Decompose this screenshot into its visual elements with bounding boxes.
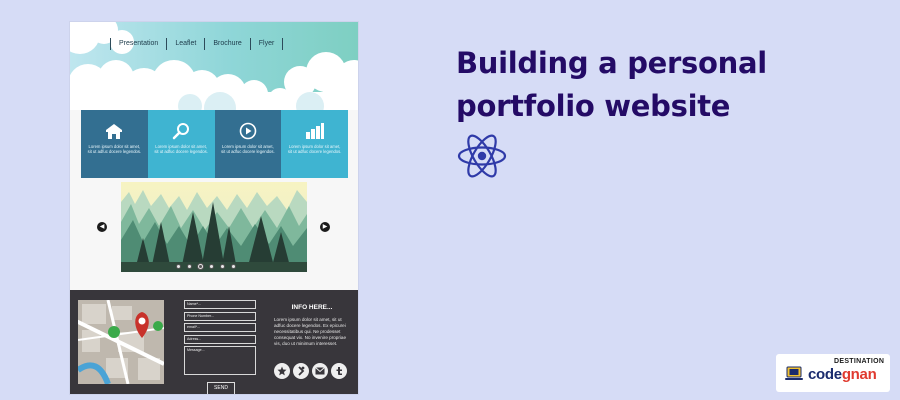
nav-flyer[interactable]: Flyer [249,38,283,50]
tile-text: Lorem ipsum dolor sit amet, sit ut adfuc… [87,144,142,155]
email-field[interactable]: email*... [184,323,256,332]
message-field[interactable]: Message... [184,346,256,375]
mail-icon[interactable] [312,363,328,379]
info-text: Lorem ipsum dolor sit amet, sit ut adfuc… [274,317,347,346]
tile-text: Lorem ipsum dolor sit amet, sit ut adfuc… [221,144,275,155]
tile-search[interactable]: Lorem ipsum dolor sit amet, sit ut adfuc… [147,110,215,178]
info-title: INFO HERE... [291,304,333,311]
brand-name-part2: gnan [841,366,877,383]
map-illustration [78,300,164,384]
bar-chart-icon [281,122,348,144]
nav-presentation[interactable]: Presentation [110,38,166,50]
laptop-icon [784,366,804,387]
slider-dot[interactable] [220,264,225,269]
sky-header: Presentation Leaflet Brochure Flyer [70,22,358,110]
slider-dot[interactable] [176,264,181,269]
social-icons [274,363,347,379]
tile-play[interactable]: Lorem ipsum dolor sit amet, sit ut adfuc… [214,110,282,178]
slider-dot-active[interactable] [198,264,203,269]
play-icon [215,122,282,144]
slider-prev-button[interactable]: ◀ [97,222,107,232]
nav-leaflet[interactable]: Leaflet [166,38,204,50]
address-field[interactable]: Adress... [184,334,256,344]
info-block: INFO HERE... Lorem ipsum dolor sit amet,… [274,304,350,347]
contact-form: Name*... Phone Number... email*... Adres… [184,300,256,394]
nav-divider [282,38,284,50]
brand-name-part1: code [808,366,842,383]
pinterest-icon[interactable] [274,363,290,379]
mockup-nav: Presentation Leaflet Brochure Flyer [110,38,284,50]
brand-name: codegnan [808,366,877,383]
mockup-footer: Name*... Phone Number... email*... Adres… [70,290,358,394]
send-button[interactable]: SEND [207,382,235,394]
codegnan-logo: DESTINATION codegnan [776,354,890,392]
home-icon [81,122,148,144]
image-slider: ◀ ▶ [70,180,358,280]
tumblr-icon[interactable] [331,363,347,379]
slider-dots [176,264,236,269]
react-logo-icon [456,134,508,183]
skype-icon[interactable] [293,363,309,379]
tile-text: Lorem ipsum dolor sit amet, sit ut adfuc… [287,144,342,155]
slider-dot[interactable] [187,264,192,269]
search-icon [148,122,215,144]
slider-dot[interactable] [231,264,236,269]
clouds-illustration [70,22,358,110]
feature-tiles: Lorem ipsum dolor sit amet, sit ut adfuc… [81,110,348,178]
tile-text: Lorem ipsum dolor sit amet, sit ut adfuc… [154,144,208,155]
page-headline: Building a personal portfolio website [456,46,767,123]
website-mockup: Presentation Leaflet Brochure Flyer Lore… [70,22,358,394]
brand-tagline: DESTINATION [834,358,885,365]
tile-chart[interactable]: Lorem ipsum dolor sit amet, sit ut adfuc… [281,110,348,178]
phone-field[interactable]: Phone Number... [184,311,256,321]
tile-home[interactable]: Lorem ipsum dolor sit amet, sit ut adfuc… [81,110,148,178]
forest-slide-image [121,182,307,272]
name-field[interactable]: Name*... [184,300,256,309]
slider-dot[interactable] [209,264,214,269]
nav-brochure[interactable]: Brochure [204,38,249,50]
slider-next-button[interactable]: ▶ [320,222,330,232]
